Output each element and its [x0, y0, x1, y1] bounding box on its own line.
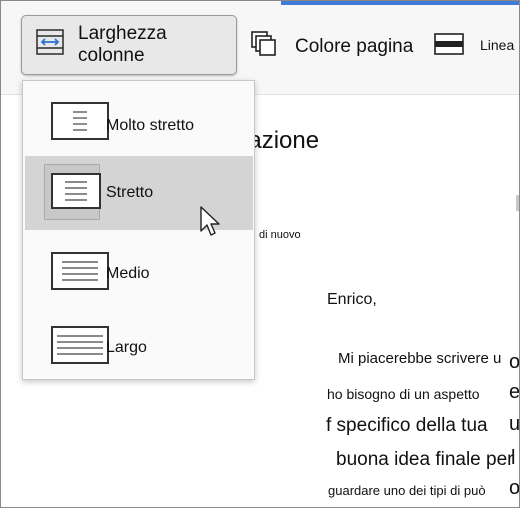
- line-icon: [434, 32, 464, 58]
- medio-icon: [51, 252, 109, 290]
- document-line-2: ho bisogno di un aspetto: [327, 386, 480, 402]
- page-color-icon: [251, 31, 277, 63]
- menu-option-label: Largo: [106, 339, 147, 356]
- app-window: Larghezza colonne Colore pagina Linea na…: [0, 0, 520, 508]
- document-line-4-tail: l: [511, 447, 516, 469]
- document-line-2-tail: e: [509, 381, 520, 403]
- column-width-icon: [36, 29, 64, 61]
- document-line-4: buona idea finale per: [336, 449, 514, 470]
- menu-option-medio[interactable]: Medio: [25, 237, 253, 311]
- page-color-button[interactable]: Colore pagina: [251, 17, 421, 77]
- page-color-label: Colore pagina: [295, 36, 414, 57]
- scrollbar-marker: [516, 195, 519, 211]
- largo-icon: [51, 326, 109, 364]
- column-width-label: Larghezza colonne: [78, 23, 167, 66]
- menu-option-molto-stretto[interactable]: Molto stretto: [25, 89, 253, 163]
- document-line-1-tail: o: [509, 351, 520, 373]
- document-line-3: f specifico della tua: [326, 415, 488, 436]
- menu-option-label: Stretto: [106, 184, 154, 201]
- document-line-5: guardare uno dei tipi di può: [328, 483, 486, 498]
- line-button[interactable]: Linea: [434, 15, 519, 75]
- document-line-1: Mi piacerebbe scrivere u: [338, 350, 502, 367]
- accent-line: [281, 1, 519, 5]
- document-greeting: Enrico,: [327, 291, 377, 308]
- document-line-3-tail: u: [509, 413, 520, 435]
- menu-option-label: Medio: [106, 265, 150, 282]
- stretto-icon: [51, 173, 101, 209]
- column-width-button[interactable]: Larghezza colonne: [21, 15, 237, 75]
- document-line-5-tail: o: [509, 477, 520, 499]
- menu-option-largo[interactable]: Largo: [25, 311, 253, 385]
- document-text-di-nuovo: di nuovo: [259, 229, 301, 241]
- menu-option-label: Molto stretto: [106, 117, 195, 134]
- molto-stretto-icon: [51, 102, 109, 140]
- mouse-pointer-icon: [200, 206, 222, 243]
- line-label: Linea: [480, 37, 515, 53]
